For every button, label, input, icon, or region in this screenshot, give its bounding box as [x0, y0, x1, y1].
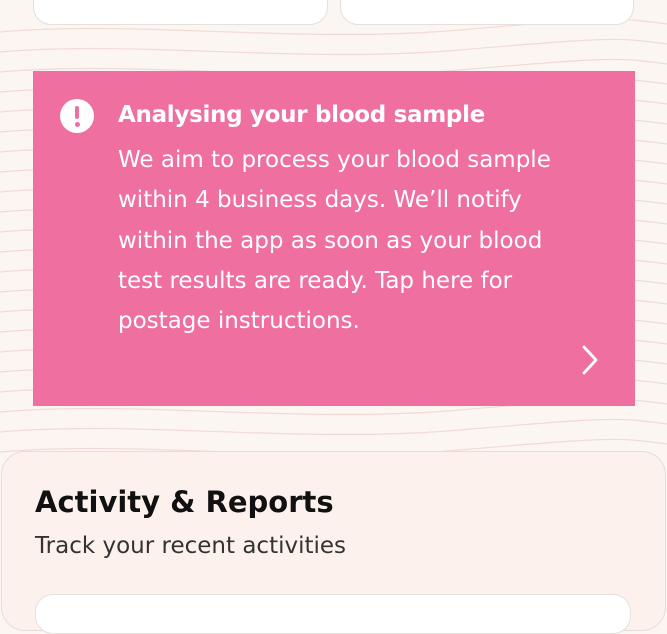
- top-card-right[interactable]: [340, 0, 634, 25]
- banner-body: We aim to process your blood sample with…: [118, 147, 551, 335]
- banner-title: Analysing your blood sample: [118, 102, 485, 128]
- activity-item-card[interactable]: [35, 594, 631, 634]
- activity-subtitle: Track your recent activities: [35, 533, 347, 559]
- alert-icon: [60, 99, 94, 133]
- activity-title: Activity & Reports: [35, 485, 334, 519]
- chevron-right-icon[interactable]: [572, 342, 608, 378]
- top-card-left[interactable]: [33, 0, 328, 25]
